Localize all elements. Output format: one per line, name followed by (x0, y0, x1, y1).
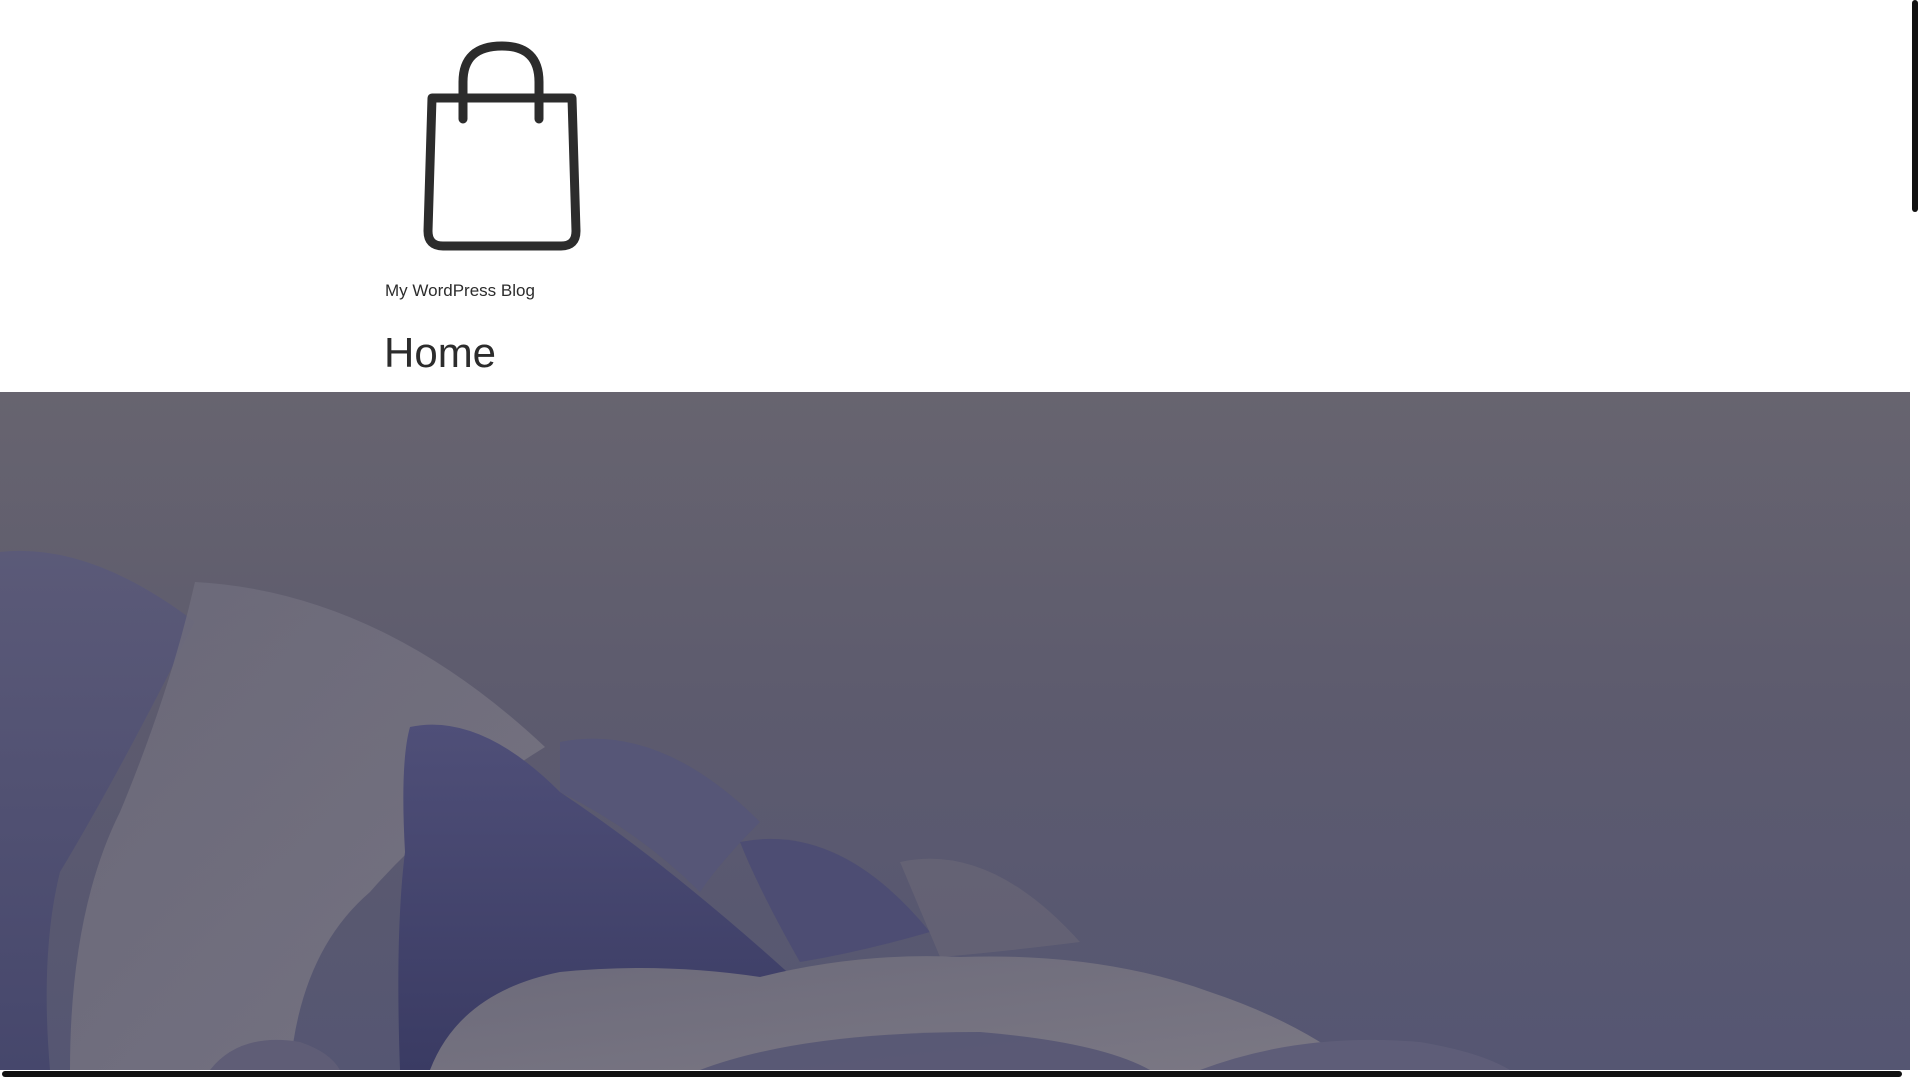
shopping-bag-icon (423, 41, 581, 251)
page-title: Home (384, 329, 497, 376)
hero-image (0, 392, 1910, 1070)
abstract-petals-image (0, 550, 1510, 1070)
vertical-scrollbar[interactable] (1912, 0, 1918, 212)
horizontal-scrollbar[interactable] (2, 1071, 1902, 1077)
site-logo[interactable] (420, 36, 606, 254)
page: My WordPress Blog Home (0, 0, 1920, 1080)
site-header: My WordPress Blog Home (0, 0, 1910, 392)
site-title-link[interactable]: My WordPress Blog (385, 281, 535, 301)
